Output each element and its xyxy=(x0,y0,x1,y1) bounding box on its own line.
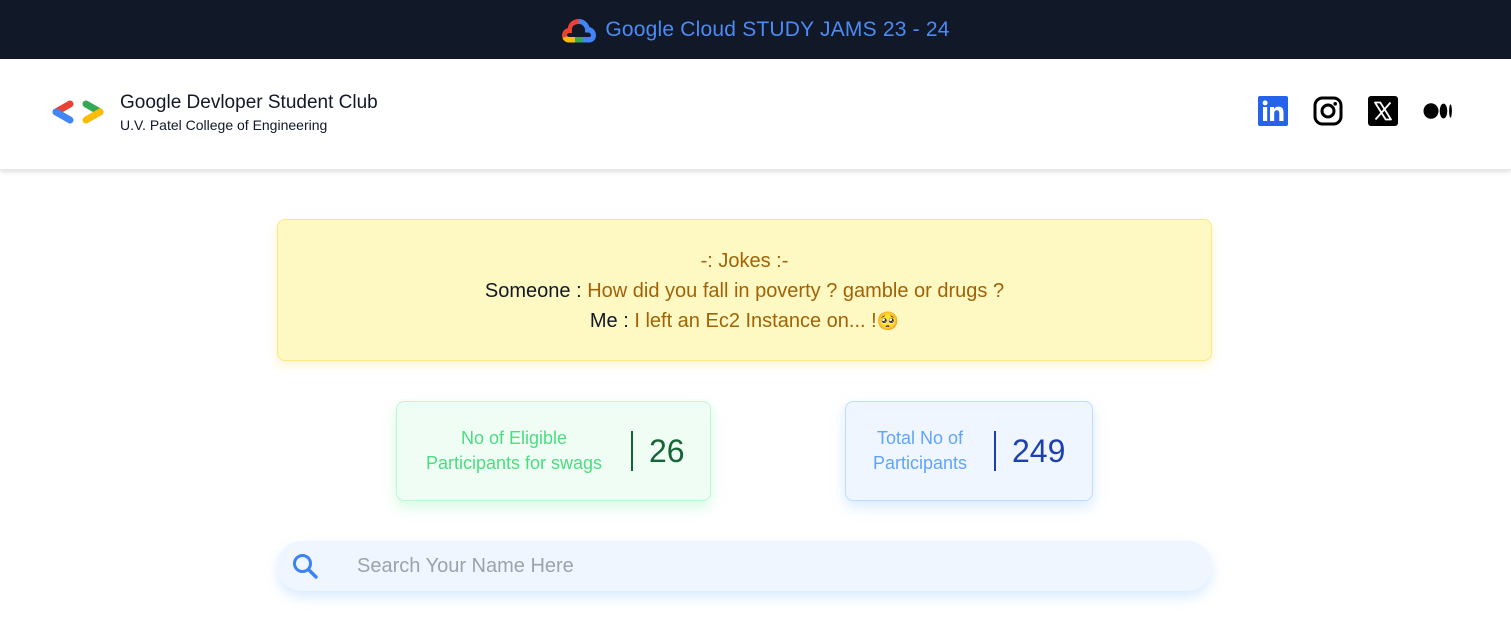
joke-question: How did you fall in poverty ? gamble or … xyxy=(587,280,1005,302)
search-bar xyxy=(277,541,1212,591)
eligible-divider xyxy=(631,431,633,471)
top-banner: Google Cloud STUDY JAMS 23 - 24 xyxy=(0,0,1511,59)
pleading-face-emoji-icon: 🥺 xyxy=(876,311,900,332)
club-name: Google Devloper Student Club xyxy=(120,92,378,113)
gdsc-logo-icon xyxy=(52,100,104,124)
total-divider xyxy=(994,431,996,471)
google-cloud-logo-icon xyxy=(562,18,597,42)
joke-answer: I left an Ec2 Instance on... ! xyxy=(634,310,877,332)
instagram-icon xyxy=(1313,96,1343,126)
banner-title: Google Cloud STUDY JAMS 23 - 24 xyxy=(605,17,950,41)
joke-line-2: Me : I left an Ec2 Instance on... !🥺 xyxy=(278,306,1211,337)
instagram-link[interactable] xyxy=(1313,96,1343,126)
brand[interactable]: Google Devloper Student Club U.V. Patel … xyxy=(52,90,378,134)
linkedin-link[interactable] xyxy=(1258,96,1288,126)
eligible-participants-label: No of Eligible Participants for swags xyxy=(414,426,614,476)
joke-heading: -: Jokes :- xyxy=(700,250,789,272)
joke-line-1: Someone : How did you fall in poverty ? … xyxy=(278,276,1211,306)
eligible-label-line-2: Participants for swags xyxy=(425,453,603,473)
total-participants-count: 249 xyxy=(1012,432,1066,469)
eligible-participants-count: 26 xyxy=(649,432,685,469)
x-twitter-link[interactable] xyxy=(1368,96,1398,126)
x-twitter-icon xyxy=(1368,96,1398,126)
total-participants-label: Total No of Participants xyxy=(860,426,980,476)
header: Google Devloper Student Club U.V. Patel … xyxy=(0,59,1511,170)
total-participants-card: Total No of Participants 249 xyxy=(845,401,1093,501)
joke-card: -: Jokes :- Someone : How did you fall i… xyxy=(277,219,1212,361)
medium-link[interactable] xyxy=(1423,96,1453,126)
linkedin-icon xyxy=(1258,96,1288,126)
total-label-line-2: Participants xyxy=(872,453,968,473)
social-links xyxy=(1258,96,1453,126)
search-input[interactable] xyxy=(357,546,1157,586)
college-name: U.V. Patel College of Engineering xyxy=(120,117,328,133)
medium-icon xyxy=(1423,103,1452,119)
eligible-label-line-1: No of Eligible xyxy=(460,428,568,448)
joke-speaker-me: Me : xyxy=(589,310,629,332)
eligible-participants-card: No of Eligible Participants for swags 26 xyxy=(396,401,711,501)
brand-text: Google Devloper Student Club U.V. Patel … xyxy=(120,90,378,134)
joke-speaker-someone: Someone : xyxy=(484,280,582,302)
search-glyph xyxy=(293,554,318,579)
total-label-line-1: Total No of xyxy=(876,428,964,448)
search-icon[interactable] xyxy=(291,552,319,580)
